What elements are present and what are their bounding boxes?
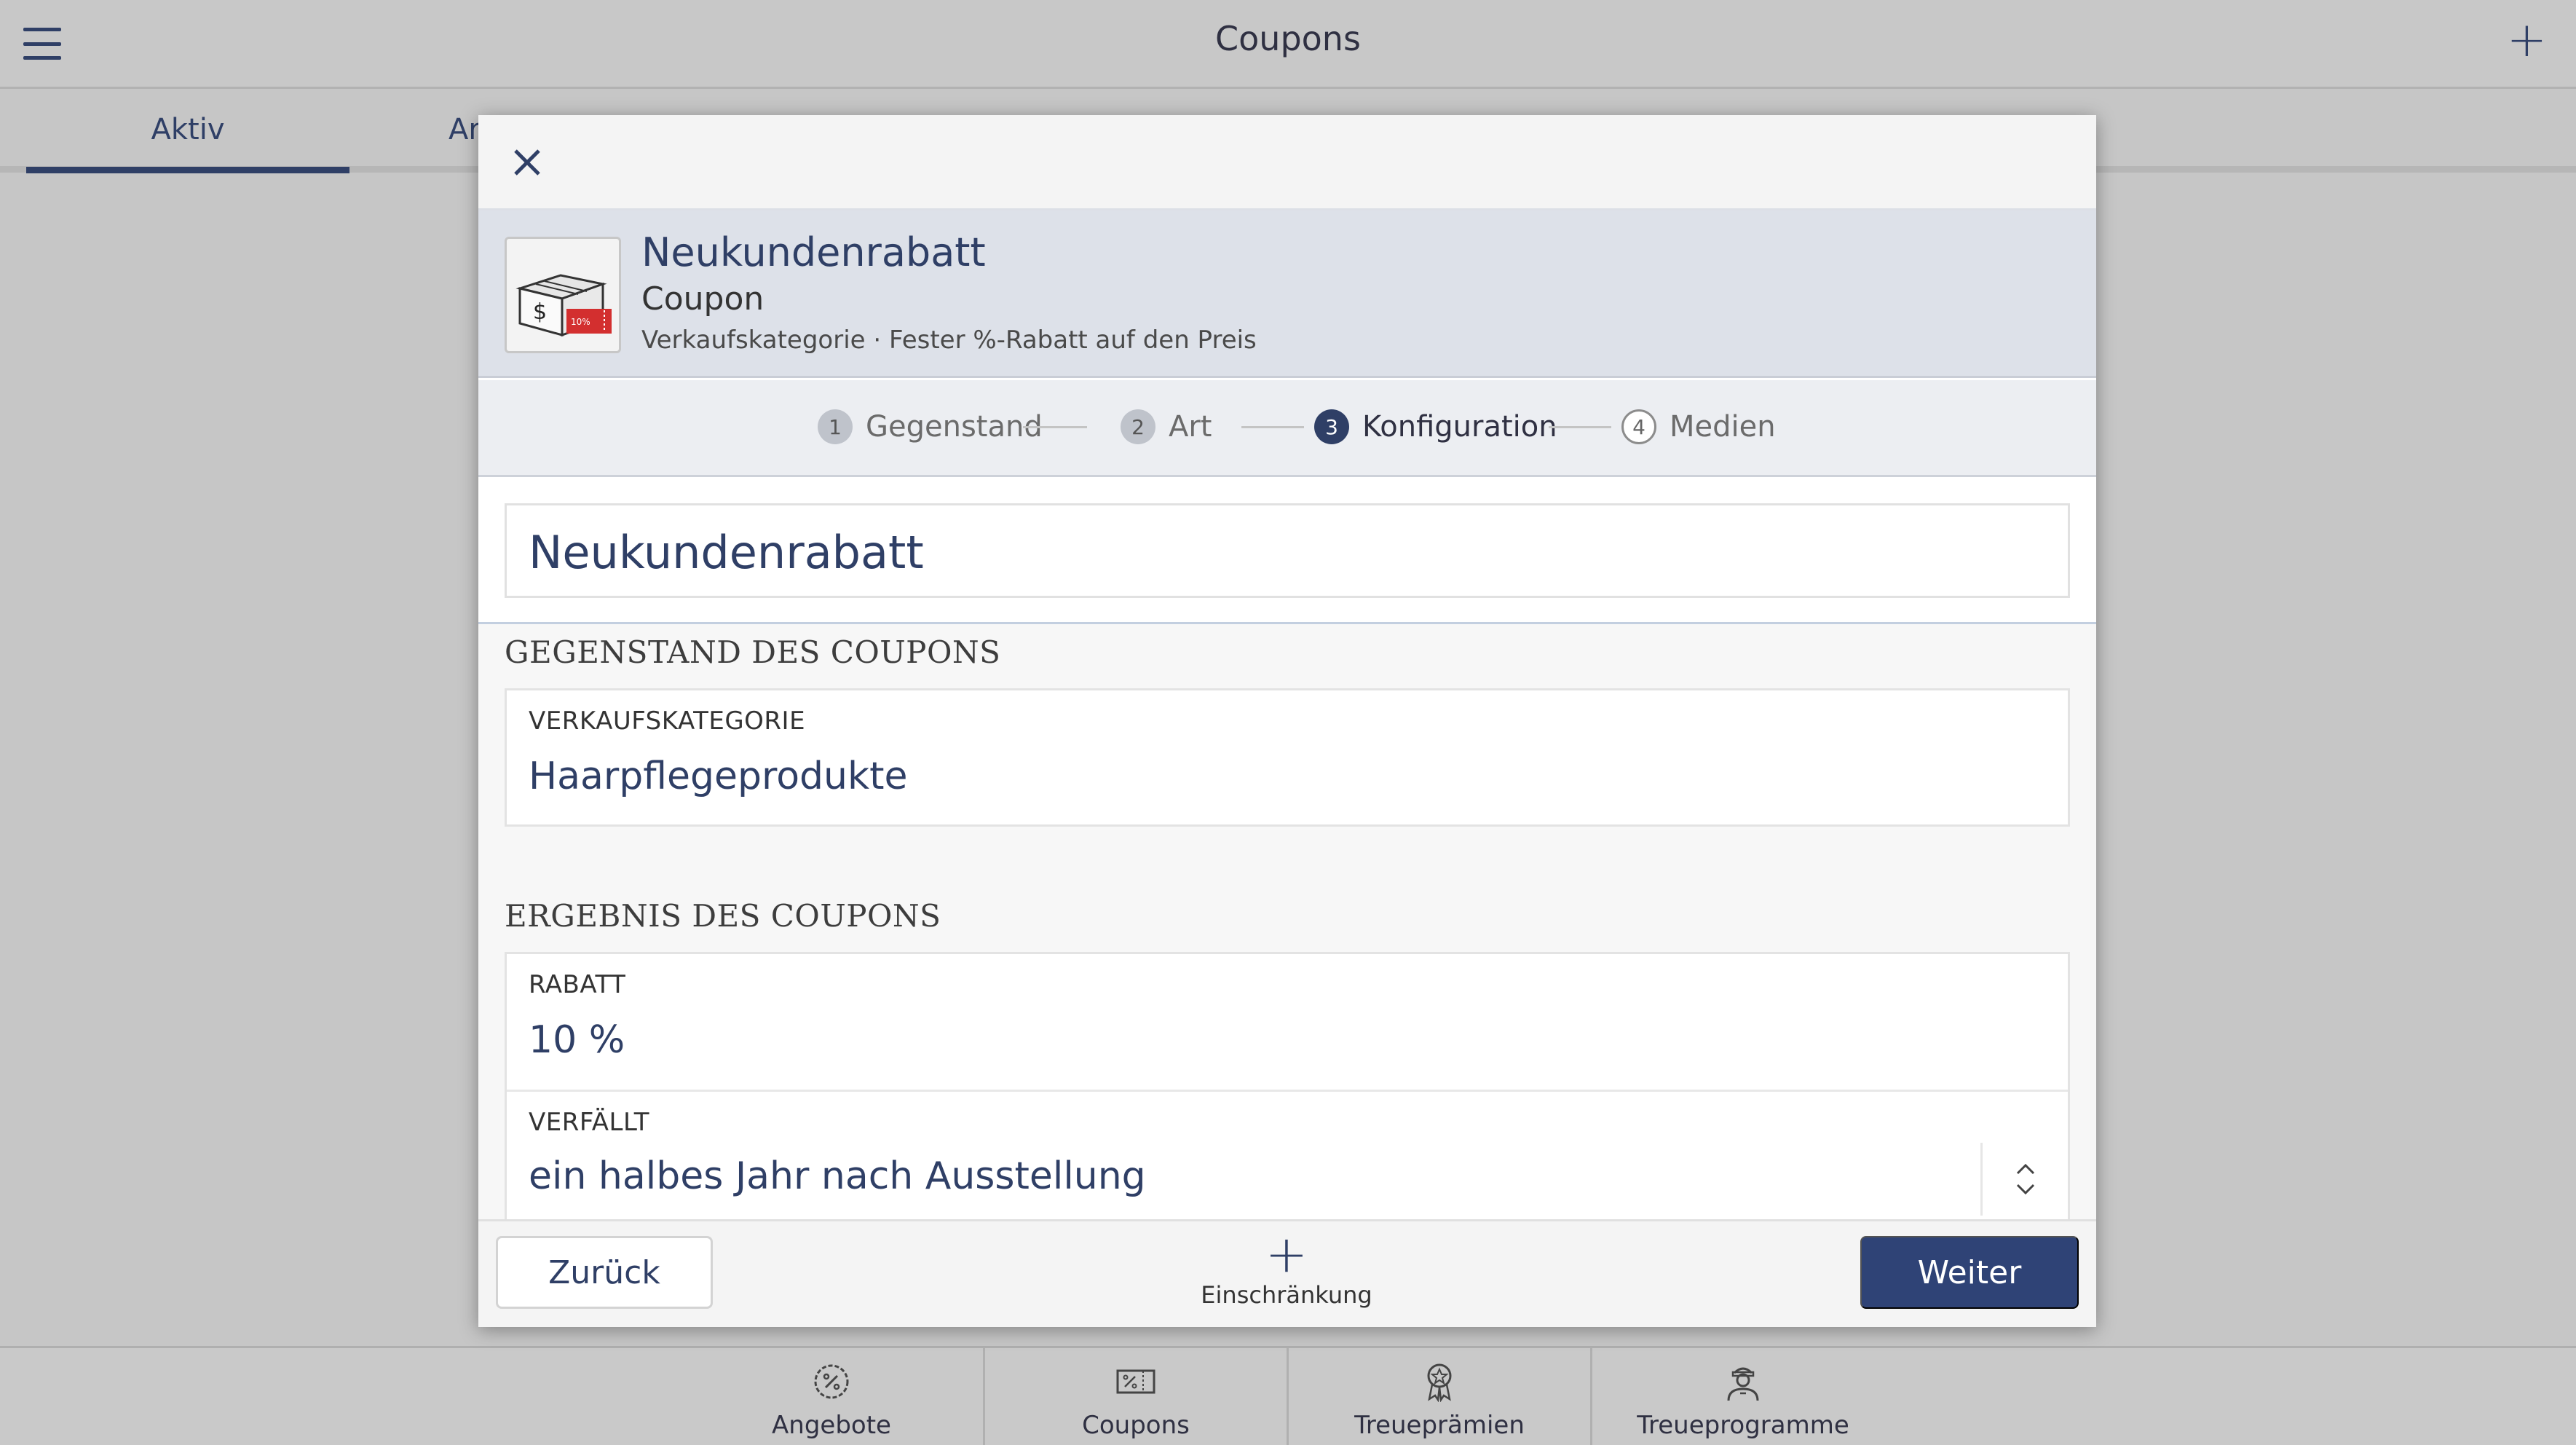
step-label: Konfiguration	[1362, 410, 1557, 444]
nav-item-coupons[interactable]: Coupons	[985, 1348, 1287, 1445]
coupon-type: Coupon	[641, 280, 764, 318]
person-badge-icon	[1723, 1361, 1763, 1402]
sales-category-field[interactable]: VERKAUFSKATEGORIE Haarpflegeprodukte	[505, 688, 2070, 827]
coupon-wizard-dialog: $ 10% Neukundenrabatt Coupon Verkaufskat…	[478, 115, 2096, 1327]
nav-label-angebote: Angebote	[772, 1411, 891, 1440]
wizard-stepper: 1 Gegenstand 2 Art 3 Konfiguration 4 Med…	[478, 380, 2096, 477]
nav-item-treuepraemien[interactable]: Treueprämien	[1289, 1348, 1590, 1445]
coupon-description: Verkaufskategorie · Fester %-Rabatt auf …	[641, 326, 1257, 355]
tab-archiv[interactable]: Ar	[449, 113, 481, 146]
svg-text:10%: 10%	[571, 317, 590, 327]
step-number: 3	[1314, 409, 1349, 444]
section-title-result: ERGEBNIS DES COUPONS	[505, 898, 941, 934]
back-button[interactable]: Zurück	[496, 1236, 713, 1309]
step-number: 2	[1121, 409, 1155, 444]
coupon-name-value: Neukundenrabatt	[529, 526, 924, 579]
step-number: 4	[1621, 409, 1656, 444]
chevron-up-icon[interactable]	[2015, 1162, 2036, 1176]
field-label: VERKAUFSKATEGORIE	[529, 706, 806, 736]
step-gegenstand[interactable]: 1 Gegenstand	[818, 409, 1043, 444]
nav-item-angebote[interactable]: Angebote	[628, 1348, 1035, 1445]
tab-aktiv[interactable]: Aktiv	[26, 113, 349, 173]
award-ribbon-icon	[1419, 1361, 1460, 1402]
coupon-name-input[interactable]: Neukundenrabatt	[505, 503, 2070, 598]
percent-circle-icon	[811, 1361, 852, 1402]
next-button[interactable]: Weiter	[1860, 1236, 2079, 1309]
nav-label-treuepraemien: Treueprämien	[1354, 1411, 1525, 1440]
nav-label-coupons: Coupons	[1082, 1411, 1190, 1440]
result-card: RABATT 10 % VERFÄLLT ein halbes Jahr nac…	[505, 952, 2070, 1229]
nav-label-treueprogramme: Treueprogramme	[1637, 1411, 1849, 1440]
svg-text:$: $	[533, 299, 547, 325]
app-top-bar: Coupons +	[0, 0, 2576, 89]
step-konfiguration[interactable]: 3 Konfiguration	[1314, 409, 1557, 444]
expiry-label: VERFÄLLT	[529, 1108, 650, 1137]
step-connector	[1241, 426, 1304, 428]
coupon-icon	[1115, 1361, 1156, 1402]
coupon-thumbnail: $ 10%	[505, 237, 621, 353]
step-label: Medien	[1670, 410, 1776, 444]
add-coupon-icon[interactable]: +	[2507, 16, 2547, 64]
add-restriction-button[interactable]: + Einschränkung	[1134, 1224, 1439, 1320]
step-label: Gegenstand	[866, 410, 1043, 444]
nav-item-treueprogramme[interactable]: Treueprogramme	[1592, 1348, 1894, 1445]
coupon-title: Neukundenrabatt	[641, 229, 986, 275]
expiry-select[interactable]: VERFÄLLT ein halbes Jahr nach Ausstellun…	[507, 1092, 2068, 1230]
step-label: Art	[1169, 410, 1212, 444]
coupon-summary-header: $ 10% Neukundenrabatt Coupon Verkaufskat…	[478, 210, 2096, 378]
add-restriction-label: Einschränkung	[1201, 1281, 1372, 1309]
step-art[interactable]: 2 Art	[1121, 409, 1212, 444]
close-icon	[514, 149, 540, 176]
step-medien[interactable]: 4 Medien	[1621, 409, 1776, 444]
config-scroll-area[interactable]: GEGENSTAND DES COUPONS VERKAUFSKATEGORIE…	[478, 622, 2096, 1229]
step-connector	[1549, 426, 1611, 428]
discount-label: RABATT	[529, 970, 626, 999]
expiry-stepper[interactable]	[1980, 1143, 2068, 1216]
step-number: 1	[818, 409, 853, 444]
step-connector	[1023, 426, 1087, 428]
bottom-navigation: Angebote Coupons Treueprämien Treueprogr…	[0, 1346, 2576, 1445]
dialog-top-bar	[478, 115, 2096, 210]
dialog-footer: Zurück + Einschränkung Weiter	[478, 1219, 2096, 1327]
plus-icon: +	[1265, 1224, 1308, 1284]
chevron-down-icon[interactable]	[2015, 1183, 2036, 1196]
box-coupon-illustration-icon: $ 10%	[515, 274, 612, 337]
section-title-subject: GEGENSTAND DES COUPONS	[505, 634, 1001, 670]
discount-value[interactable]: 10 %	[529, 1018, 625, 1062]
close-button[interactable]	[499, 134, 556, 191]
field-value: Haarpflegeprodukte	[529, 755, 908, 798]
page-title: Coupons	[1215, 19, 1361, 58]
expiry-value: ein halbes Jahr nach Ausstellung	[529, 1154, 1146, 1198]
